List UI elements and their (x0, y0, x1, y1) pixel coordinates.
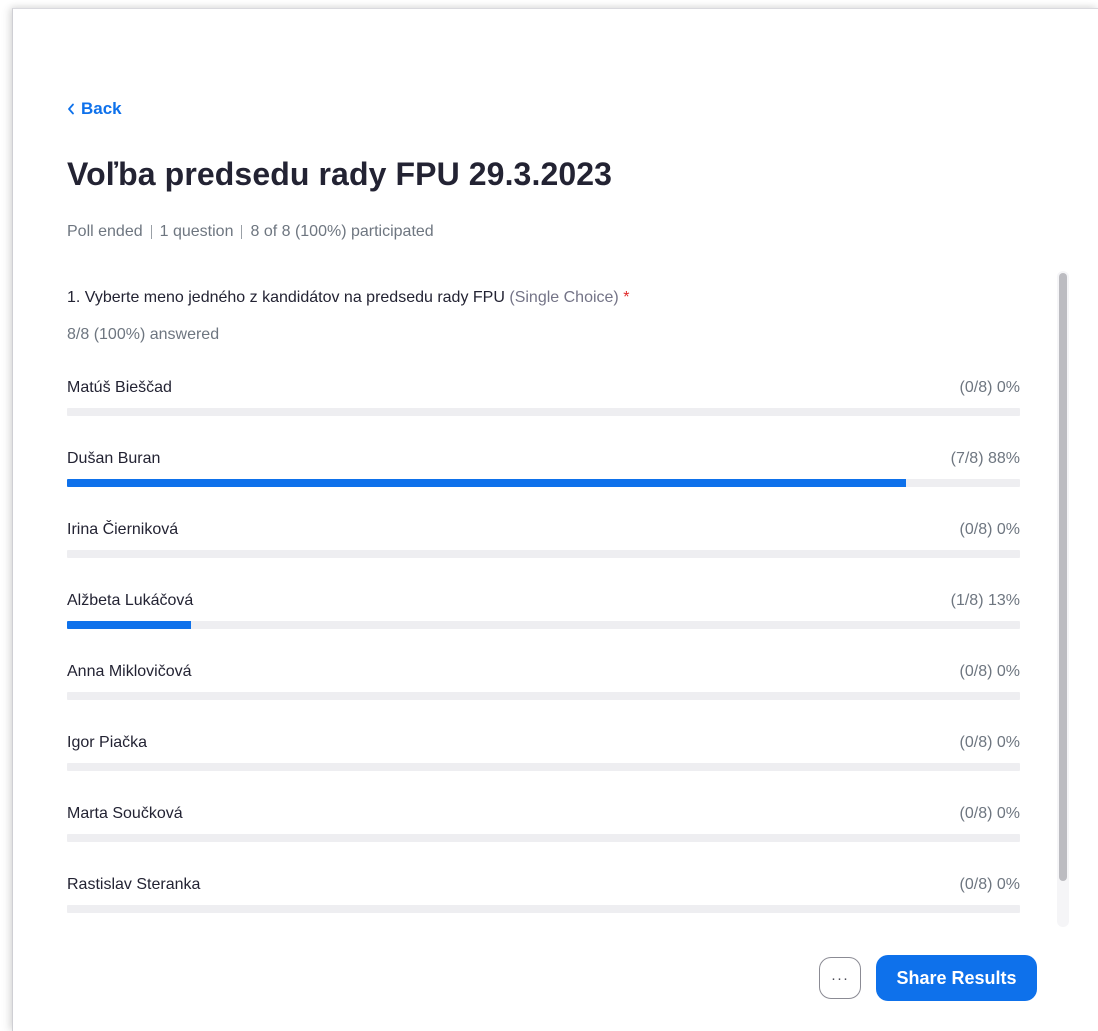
share-results-button[interactable]: Share Results (876, 955, 1037, 1001)
option-item: Rastislav Steranka (0/8) 0% (67, 873, 1020, 944)
meta-divider (241, 225, 243, 239)
more-options-button[interactable]: ··· (819, 957, 861, 999)
back-link[interactable]: Back (67, 99, 122, 119)
scrollbar-thumb[interactable] (1059, 273, 1067, 881)
option-result: (0/8) 0% (959, 876, 1020, 893)
option-result: (0/8) 0% (959, 734, 1020, 751)
option-result: (0/8) 0% (959, 521, 1020, 538)
result-bar-track (67, 763, 1020, 771)
result-bar-track (67, 550, 1020, 558)
option-label: Dušan Buran (67, 450, 161, 467)
question-text: 1. Vyberte meno jedného z kandidátov na … (67, 289, 505, 306)
participation-count: 8 of 8 (100%) participated (250, 223, 434, 240)
result-bar-track (67, 905, 1020, 913)
option-result: (7/8) 88% (950, 450, 1020, 467)
option-result: (0/8) 0% (959, 805, 1020, 822)
poll-title: Voľba predsedu rady FPU 29.3.2023 (67, 156, 613, 192)
option-item: Marta Součková (0/8) 0% (67, 802, 1020, 873)
poll-meta: Poll ended 1 question 8 of 8 (100%) part… (67, 223, 434, 241)
question-count: 1 question (159, 223, 234, 240)
result-bar-track (67, 621, 1020, 629)
meta-divider (150, 225, 152, 239)
result-bar-track (67, 479, 1020, 487)
option-label: Irina Čierniková (67, 521, 179, 538)
option-result: (0/8) 0% (959, 379, 1020, 396)
option-list: Matúš Bieščad (0/8) 0% Dušan Buran (7/8)… (67, 376, 1020, 944)
chevron-left-icon (68, 103, 74, 115)
option-label: Igor Piačka (67, 734, 148, 751)
required-marker: * (623, 289, 630, 306)
result-bar-track (67, 692, 1020, 700)
option-label: Rastislav Steranka (67, 876, 201, 893)
question-heading: 1. Vyberte meno jedného z kandidátov na … (67, 289, 629, 307)
result-bar-track (67, 408, 1020, 416)
option-item: Irina Čierniková (0/8) 0% (67, 518, 1020, 589)
poll-status: Poll ended (67, 223, 143, 240)
option-result: (0/8) 0% (959, 663, 1020, 680)
result-bar-track (67, 834, 1020, 842)
option-item: Alžbeta Lukáčová (1/8) 13% (67, 589, 1020, 660)
option-result: (1/8) 13% (950, 592, 1020, 609)
option-item: Anna Miklovičová (0/8) 0% (67, 660, 1020, 731)
option-label: Marta Součková (67, 805, 183, 822)
result-bar-fill (67, 479, 906, 487)
back-label[interactable]: Back (81, 99, 122, 119)
poll-results-panel: Back Voľba predsedu rady FPU 29.3.2023 P… (12, 8, 1098, 1031)
ellipsis-icon: ··· (831, 969, 849, 987)
option-item: Dušan Buran (7/8) 88% (67, 447, 1020, 518)
option-item: Igor Piačka (0/8) 0% (67, 731, 1020, 802)
option-item: Matúš Bieščad (0/8) 0% (67, 376, 1020, 447)
option-label: Matúš Bieščad (67, 379, 172, 396)
answered-count: 8/8 (100%) answered (67, 326, 220, 343)
option-label: Anna Miklovičová (67, 663, 192, 680)
result-bar-fill (67, 621, 191, 629)
option-label: Alžbeta Lukáčová (67, 592, 194, 609)
question-type: (Single Choice) (509, 289, 619, 306)
scrollbar[interactable] (1057, 271, 1069, 927)
